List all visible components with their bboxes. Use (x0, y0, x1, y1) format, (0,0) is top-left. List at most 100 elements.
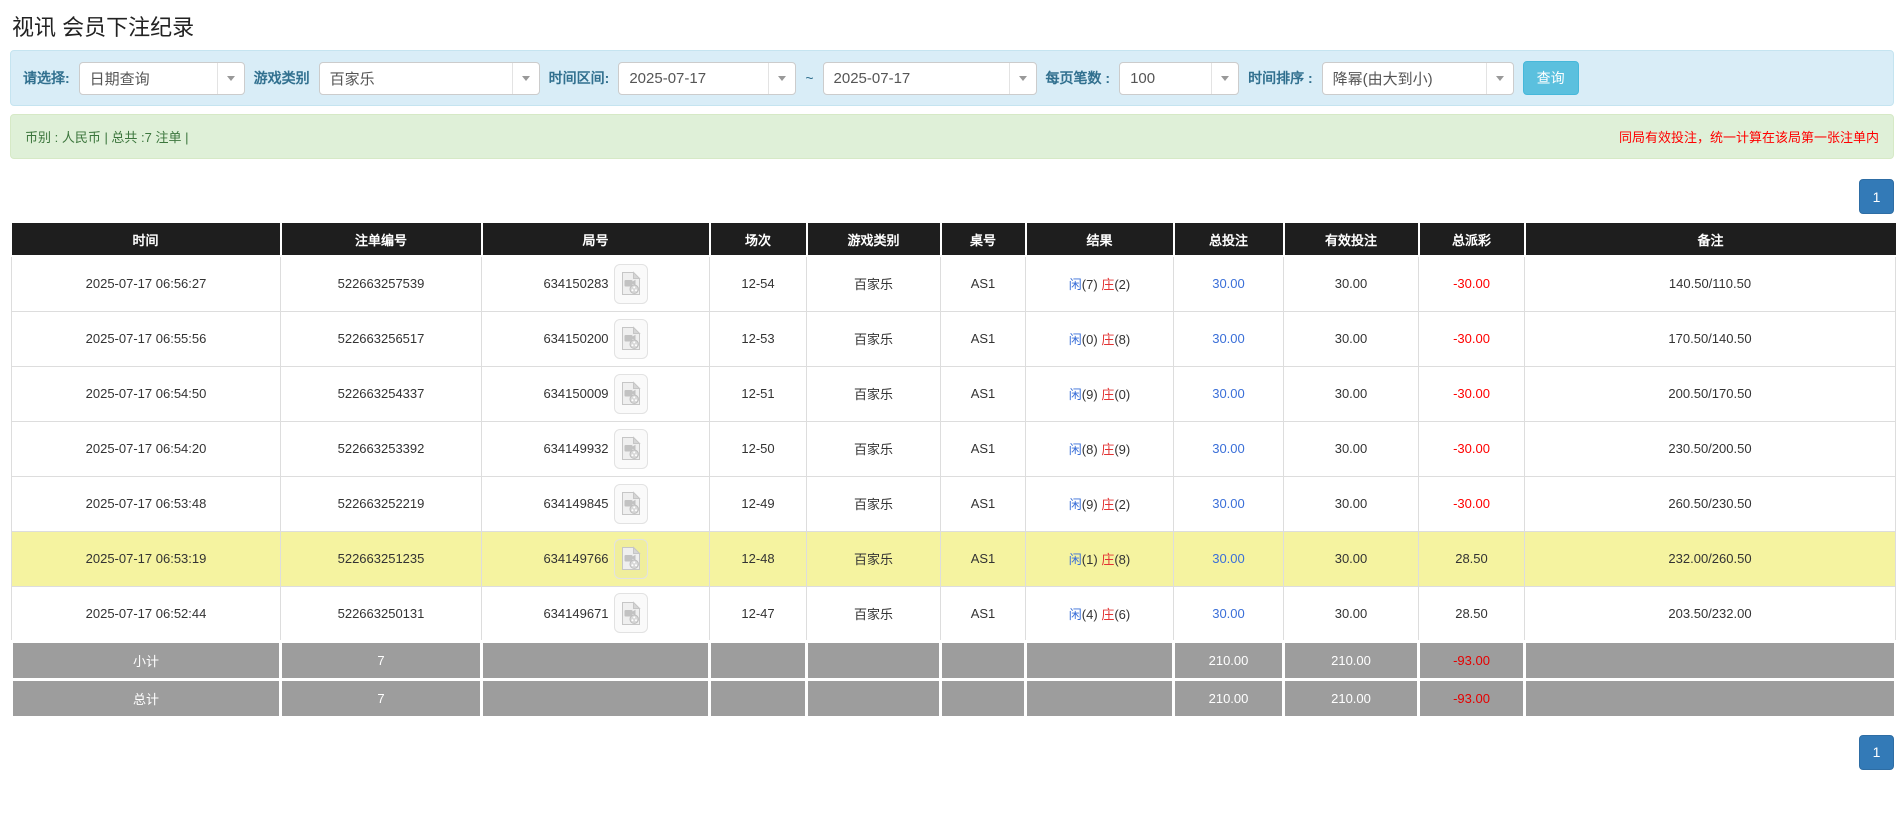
video-replay-icon[interactable] (614, 593, 648, 633)
game-result: 闲(9) 庄(2) (1026, 476, 1174, 531)
bet-time: 2025-07-17 06:53:19 (12, 531, 281, 586)
table-no: AS1 (941, 421, 1026, 476)
remark: 230.50/200.50 (1525, 421, 1896, 476)
remark: 260.50/230.50 (1525, 476, 1896, 531)
table-no: AS1 (941, 476, 1026, 531)
player-result-score: (0) (1082, 332, 1098, 347)
table-row: 2025-07-17 06:54:20 522663253392 6341499… (12, 421, 1896, 476)
table-row: 2025-07-17 06:56:27 522663257539 6341502… (12, 256, 1896, 311)
subtotal-total-bet: 210.00 (1174, 641, 1284, 679)
grand-total-label: 总计 (12, 679, 281, 717)
player-result-label: 闲 (1069, 497, 1082, 512)
banker-result-score: (2) (1114, 277, 1130, 292)
col-header-total-bet: 总投注 (1174, 223, 1284, 256)
session-no: 12-48 (710, 531, 807, 586)
session-no: 12-47 (710, 586, 807, 641)
search-button[interactable]: 查询 (1523, 61, 1579, 95)
game-result: 闲(8) 庄(9) (1026, 421, 1174, 476)
payout: 28.50 (1419, 586, 1525, 641)
subtotal-label: 小计 (12, 641, 281, 679)
query-type-select[interactable]: 日期查询 (79, 62, 245, 95)
bet-records-table: 时间 注单编号 局号 场次 游戏类别 桌号 结果 总投注 有效投注 总派彩 备注… (10, 223, 1897, 719)
banker-result-label: 庄 (1101, 497, 1114, 512)
video-replay-icon[interactable] (614, 539, 648, 579)
player-result-score: (9) (1082, 497, 1098, 512)
total-bet-link[interactable]: 30.00 (1212, 551, 1245, 566)
sort-label: 时间排序 : (1248, 68, 1313, 88)
valid-bet: 30.00 (1284, 531, 1419, 586)
bet-id: 522663254337 (281, 366, 482, 421)
game-type: 百家乐 (807, 476, 941, 531)
valid-bet: 30.00 (1284, 311, 1419, 366)
total-bet-link[interactable]: 30.00 (1212, 386, 1245, 401)
sort-select[interactable]: 降幂(由大到小) (1322, 62, 1514, 95)
col-header-bet-id: 注单编号 (281, 223, 482, 256)
payout: -30.00 (1419, 311, 1525, 366)
total-bet-link[interactable]: 30.00 (1212, 496, 1245, 511)
col-header-session: 场次 (710, 223, 807, 256)
banker-result-score: (0) (1114, 387, 1130, 402)
chevron-down-icon (1211, 63, 1238, 94)
player-result-label: 闲 (1069, 332, 1082, 347)
bet-id: 522663256517 (281, 311, 482, 366)
table-row: 2025-07-17 06:54:50 522663254337 6341500… (12, 366, 1896, 421)
video-replay-icon[interactable] (614, 484, 648, 524)
table-row: 2025-07-17 06:52:44 522663250131 6341496… (12, 586, 1896, 641)
pagination-bottom: 1 (10, 735, 1894, 770)
round-id: 634149932 (543, 441, 608, 456)
page-1-button[interactable]: 1 (1859, 735, 1894, 770)
date-range-label: 时间区间: (549, 68, 610, 88)
total-bet-link[interactable]: 30.00 (1212, 441, 1245, 456)
table-no: AS1 (941, 366, 1026, 421)
player-result-score: (8) (1082, 442, 1098, 457)
col-header-remark: 备注 (1525, 223, 1896, 256)
date-to-select[interactable]: 2025-07-17 (823, 62, 1037, 95)
table-row: 2025-07-17 06:53:19 522663251235 6341497… (12, 531, 1896, 586)
subtotal-payout: -93.00 (1419, 641, 1525, 679)
remark: 170.50/140.50 (1525, 311, 1896, 366)
valid-bet: 30.00 (1284, 366, 1419, 421)
page-title: 视讯 会员下注纪录 (12, 10, 1904, 42)
total-bet-link[interactable]: 30.00 (1212, 606, 1245, 621)
game-result: 闲(4) 庄(6) (1026, 586, 1174, 641)
video-replay-icon[interactable] (614, 429, 648, 469)
round-id: 634150200 (543, 331, 608, 346)
game-type: 百家乐 (807, 311, 941, 366)
bet-time: 2025-07-17 06:55:56 (12, 311, 281, 366)
page-size-select[interactable]: 100 (1119, 62, 1239, 95)
date-to-value: 2025-07-17 (824, 63, 1009, 94)
payout: -30.00 (1419, 421, 1525, 476)
round-id: 634150283 (543, 276, 608, 291)
total-bet-link[interactable]: 30.00 (1212, 331, 1245, 346)
game-type-select[interactable]: 百家乐 (319, 62, 540, 95)
subtotal-valid-bet: 210.00 (1284, 641, 1419, 679)
date-from-select[interactable]: 2025-07-17 (618, 62, 796, 95)
session-no: 12-54 (710, 256, 807, 311)
summary-bar: 币别 : 人民币 | 总共 :7 注单 | 同局有效投注，统一计算在该局第一张注… (10, 114, 1894, 159)
round-id: 634150009 (543, 386, 608, 401)
chevron-down-icon (1486, 63, 1513, 94)
video-replay-icon[interactable] (614, 319, 648, 359)
video-replay-icon[interactable] (614, 374, 648, 414)
game-result: 闲(9) 庄(0) (1026, 366, 1174, 421)
grand-total-payout: -93.00 (1419, 679, 1525, 717)
valid-bet-notice: 同局有效投注，统一计算在该局第一张注单内 (1619, 127, 1879, 146)
remark: 232.00/260.50 (1525, 531, 1896, 586)
game-type-value: 百家乐 (320, 63, 512, 94)
table-row: 2025-07-17 06:53:48 522663252219 6341498… (12, 476, 1896, 531)
round-id: 634149671 (543, 606, 608, 621)
grand-total-count: 7 (281, 679, 482, 717)
session-no: 12-53 (710, 311, 807, 366)
table-no: AS1 (941, 311, 1026, 366)
player-result-score: (7) (1082, 277, 1098, 292)
session-no: 12-51 (710, 366, 807, 421)
session-no: 12-50 (710, 421, 807, 476)
video-replay-icon[interactable] (614, 264, 648, 304)
sort-value: 降幂(由大到小) (1323, 63, 1486, 94)
player-result-label: 闲 (1069, 607, 1082, 622)
date-from-value: 2025-07-17 (619, 63, 768, 94)
banker-result-score: (9) (1114, 442, 1130, 457)
game-type-label: 游戏类别 (254, 68, 310, 88)
page-1-button[interactable]: 1 (1859, 179, 1894, 214)
total-bet-link[interactable]: 30.00 (1212, 276, 1245, 291)
